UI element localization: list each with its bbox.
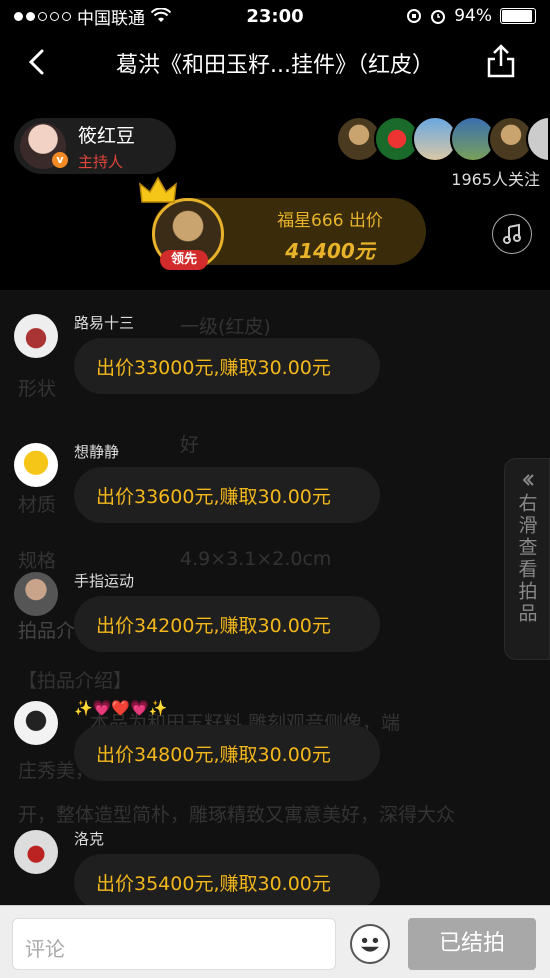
host-name: 筱红豆 [78,124,136,147]
page-title: 葛洪《和田玉籽...挂件》（红皮） [116,53,434,78]
back-icon[interactable] [24,48,52,76]
user-name: ✨💗❤️💗✨ [74,699,168,717]
nav-bar: 葛洪《和田玉籽...挂件》（红皮） [0,32,550,92]
user-avatar[interactable] [14,701,58,745]
user-avatar[interactable] [14,830,58,874]
leading-bid-card: 领先 福星666 出价 41400元 [139,176,426,270]
bid-bubble: 出价33600元,赚取30.00元 [74,467,380,523]
chevron-left-icon [522,474,534,486]
user-name: 洛克 [74,830,105,848]
desc-intro-title: 【拍品介绍】 [18,670,133,692]
desc-label-intro: 拍品介 [18,620,76,642]
battery-icon [500,8,536,24]
host-role: 主持人 [78,152,124,171]
follower-avatar[interactable] [526,116,550,162]
side-tab-label: 右滑查看拍品 [515,493,538,625]
status-bar: 中国联通 23:00 94% [0,0,550,32]
music-note-icon [503,223,521,244]
user-name: 路易十三 [74,314,135,332]
desc-size: 4.9×3.1×2.0cm [180,548,332,570]
bottom-bar: 评论 已结拍 [0,905,550,978]
user-avatar[interactable] [14,443,58,487]
host-card[interactable]: v 筱红豆 主持人 [14,118,176,174]
alarm-icon [431,10,446,24]
swipe-to-view-items-tab[interactable]: 右滑查看拍品 [504,458,550,660]
music-button[interactable] [492,214,532,254]
desc-grade: 一级(红皮) [180,316,271,338]
carrier: 中国联通 [14,4,171,29]
wifi-icon [151,8,171,22]
user-name: 手指运动 [74,572,135,590]
comment-input[interactable]: 评论 [12,918,336,970]
bid-bubble: 出价34200元,赚取30.00元 [74,596,380,652]
auction-ended-button[interactable]: 已结拍 [408,918,536,970]
leading-amount: 41400元 [285,239,375,263]
bid-bubble: 出价35400元,赚取30.00元 [74,854,380,910]
follower-count[interactable]: 1965人关注 [451,166,540,190]
lead-badge: 领先 [160,250,208,270]
signal-icon [14,11,71,21]
bid-bubble: 出价34800元,赚取30.00元 [74,725,380,781]
user-avatar[interactable] [14,572,58,616]
verified-icon: v [52,152,68,168]
battery-percent: 94% [454,6,492,26]
desc-label-size: 规格 [18,550,57,572]
desc-label-shape: 形状 [18,378,57,400]
leading-bidder: 福星666 出价 [277,211,383,231]
bid-bubble: 出价33000元,赚取30.00元 [74,338,380,394]
crown-icon [139,176,177,203]
rotation-lock-icon [407,9,422,23]
clock: 23:00 [246,5,304,27]
emoji-icon[interactable] [350,924,390,964]
share-icon[interactable] [486,44,516,78]
follower-avatars[interactable] [336,116,550,162]
desc-intro-line3: 开，整体造型简朴，雕琢精致又寓意美好，深得大众 [18,804,456,826]
desc-label-material: 材质 [18,494,57,516]
user-avatar[interactable] [14,314,58,358]
carrier-name: 中国联通 [77,8,145,29]
user-name: 想静静 [74,443,120,461]
desc-shape: 好 [180,434,200,456]
